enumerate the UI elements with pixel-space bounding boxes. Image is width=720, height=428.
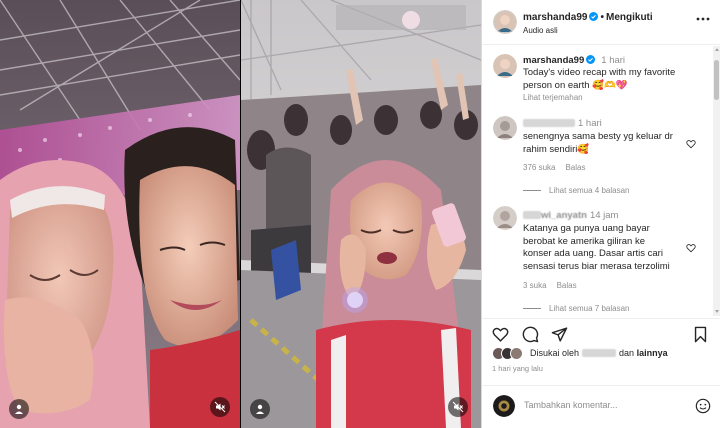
reply-button[interactable]: Balas [565,163,585,172]
share-icon[interactable] [551,326,568,343]
comment-avatar-2[interactable] [493,206,517,230]
replies-divider [523,190,541,192]
current-user-avatar [493,395,515,417]
liked-by-avatars [492,347,530,361]
more-options-icon[interactable] [695,15,711,23]
add-comment-bar: Tambahkan komentar... [482,385,720,428]
comment-username-redacted-2 [523,211,541,219]
scroll-up-arrow[interactable] [715,48,719,51]
follow-status-button[interactable]: Mengikuti [606,12,653,23]
user-tag-icon [256,404,264,414]
comment-input[interactable]: Tambahkan komentar... [524,400,674,410]
user-tag-icon [15,404,23,414]
comment-time-2: 14 jam [589,210,619,221]
scroll-down-arrow[interactable] [715,310,719,313]
mute-icon [452,401,464,413]
bookmark-icon[interactable] [692,326,709,343]
replies-divider-2 [523,308,541,310]
audio-label[interactable]: Audio asli [523,26,558,35]
mute-button[interactable] [210,397,230,417]
caption-header: marshanda99 1 hari [523,55,625,66]
liked-by-others[interactable]: lainnya [637,348,668,358]
concert-selfie-photo [0,0,240,428]
liker-avatar [510,347,523,360]
action-bar [482,318,720,348]
post-date[interactable]: 1 hari yang lalu [492,364,543,373]
mute-button-2[interactable] [448,397,468,417]
comment-like-icon-2[interactable] [686,243,696,253]
mute-icon [214,401,226,413]
translate-link[interactable]: Lihat terjemahan [523,93,583,102]
comment-meta: 376 suka Balas [523,163,595,172]
user-tag-button-2[interactable] [250,399,270,419]
post-sidebar: marshanda99 • Mengikuti Audio asli marshan… [481,0,720,428]
post-header: marshanda99 • Mengikuti Audio asli [482,0,720,45]
video-right[interactable] [241,0,481,428]
reply-button-2[interactable]: Balas [557,281,577,290]
comment-header-2: wi_anyatn 14 jam [523,210,618,221]
comment-like-icon[interactable] [686,139,696,149]
view-replies-link[interactable]: Lihat semua 4 balasan [523,186,630,195]
liked-by-prefix: Disukai oleh [530,348,580,358]
comment-username-redacted[interactable] [523,119,575,127]
view-replies-label: Lihat semua 4 balasan [549,186,630,195]
view-replies-link-2[interactable]: Lihat semua 7 balasan [523,304,630,313]
comment-time: 1 hari [578,118,602,129]
video-left[interactable] [0,0,240,428]
user-tag-button[interactable] [9,399,29,419]
comment-text-2: Katanya ga punya uang bayar berobat ke a… [523,223,670,272]
comment-avatar[interactable] [493,116,517,140]
author-avatar[interactable] [493,10,517,34]
comment-likes-count[interactable]: 376 suka [523,163,555,172]
concert-crowd-photo [241,0,481,428]
liked-by-suffix: dan [619,348,635,358]
scrollbar-thumb[interactable] [714,60,719,100]
view-replies-label-2: Lihat semua 7 balasan [549,304,630,313]
comment-likes-count-2[interactable]: 3 suka [523,281,547,290]
comment-icon[interactable] [522,326,539,343]
liker-username-redacted[interactable] [582,349,617,357]
caption-time: 1 hari [601,55,626,66]
comment-username-2[interactable]: wi_anyatn [541,210,587,221]
separator-dot: • [600,12,604,23]
caption-username[interactable]: marshanda99 [523,55,584,66]
heart-icon[interactable] [492,326,509,343]
comments-list[interactable]: marshanda99 1 hari Today's video recap wi… [482,46,720,316]
comment-meta-2: 3 suka Balas [523,281,587,290]
caption-text: Today's video recap with my favorite per… [523,67,676,91]
verified-badge-icon [589,12,599,21]
comment-header: 1 hari [523,118,602,129]
author-username[interactable]: marshanda99 [523,12,587,23]
caption-author-avatar[interactable] [493,54,517,78]
comment-text: senengnya sama besty yg keluar dr rahim … [523,131,673,155]
verified-badge-icon [586,55,596,64]
emoji-icon[interactable] [695,398,711,414]
post-media[interactable] [0,0,481,428]
